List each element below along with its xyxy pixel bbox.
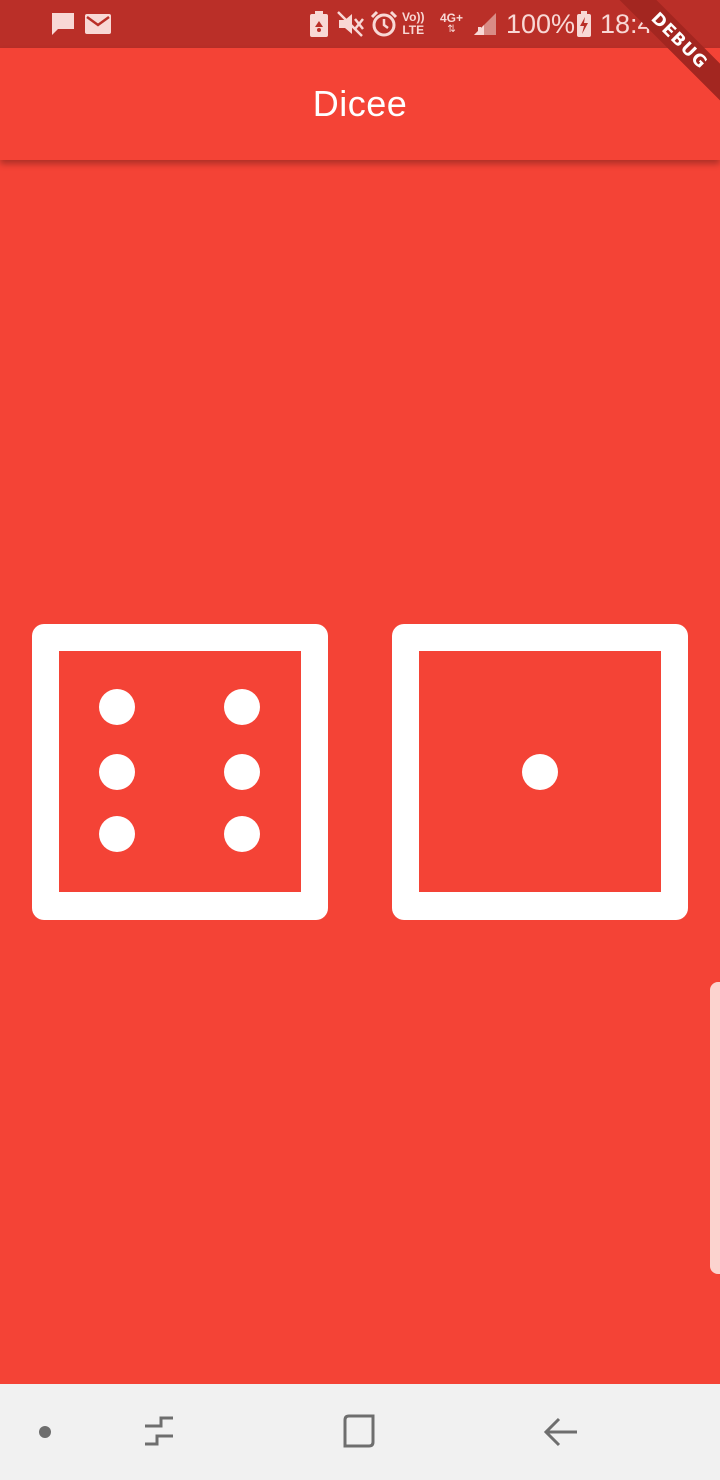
app-title: Dicee xyxy=(312,83,408,124)
battery-saver-icon xyxy=(308,0,330,48)
left-die-pip xyxy=(224,754,260,790)
left-die-face xyxy=(32,624,328,920)
recent-apps-icon[interactable] xyxy=(136,1384,182,1480)
home-icon[interactable] xyxy=(336,1384,382,1480)
dot-icon[interactable] xyxy=(30,1384,60,1480)
left-die-pip xyxy=(224,816,260,852)
volte-label-bottom: LTE xyxy=(402,23,425,37)
battery-percent: 100% xyxy=(506,8,576,39)
alarm-icon xyxy=(370,0,398,48)
charging-battery-icon xyxy=(576,0,592,48)
volte-icon: Vo)) LTE xyxy=(402,0,424,48)
network-label: 4G+ xyxy=(440,11,464,25)
clock: 18:48 xyxy=(600,8,668,39)
back-icon[interactable] xyxy=(538,1384,584,1480)
right-die-face xyxy=(392,624,688,920)
message-icon xyxy=(50,0,76,48)
mute-icon xyxy=(336,0,366,48)
navigation-bar xyxy=(0,1384,720,1480)
left-die-pip xyxy=(224,689,260,725)
left-die-pip xyxy=(99,816,135,852)
network-icon: 4G+ ⇅ xyxy=(440,0,463,48)
left-die-pip xyxy=(99,689,135,725)
app-bar: Dicee xyxy=(0,48,720,160)
status-bar: Vo)) LTE 4G+ ⇅ 100% 18:48 xyxy=(0,0,720,48)
left-die-button[interactable] xyxy=(32,624,328,920)
network-arrows: ⇅ xyxy=(447,24,456,35)
right-die-button[interactable] xyxy=(392,624,688,920)
dice-content xyxy=(0,160,720,1384)
edge-panel-handle[interactable] xyxy=(710,982,720,1274)
right-die-pip xyxy=(522,754,558,790)
left-die-pip xyxy=(99,754,135,790)
mail-icon xyxy=(84,0,112,48)
signal-icon xyxy=(470,0,498,48)
